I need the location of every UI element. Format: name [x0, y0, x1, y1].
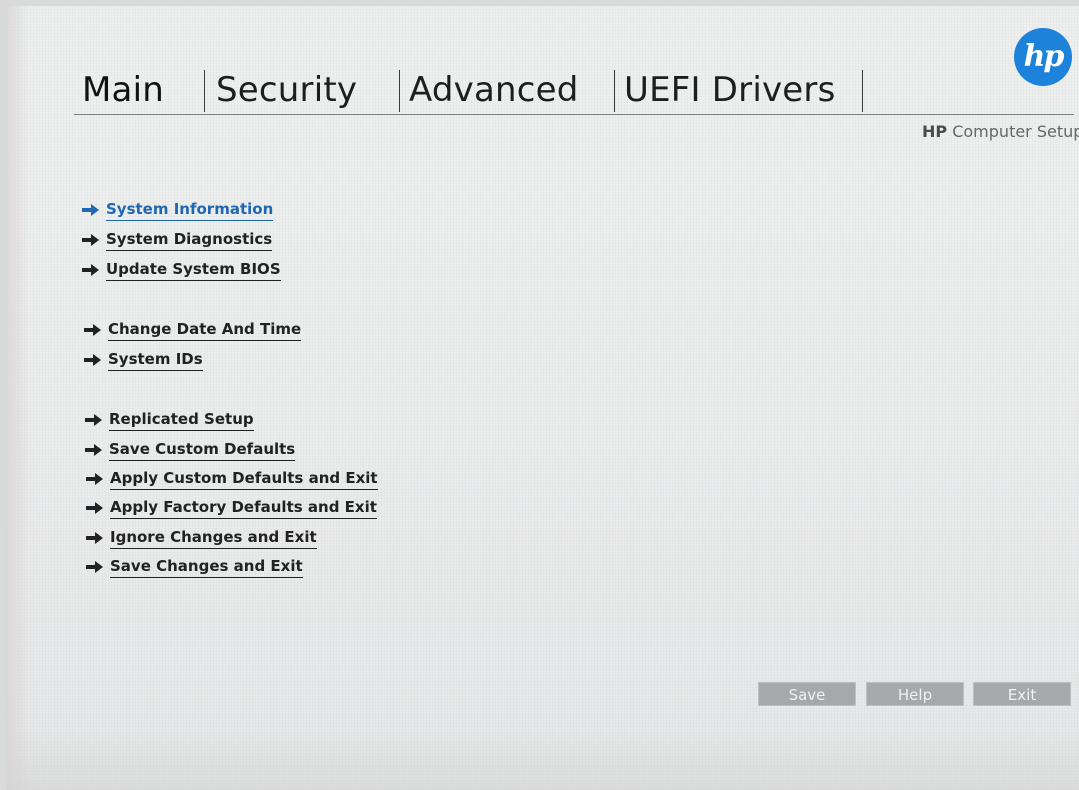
header-divider [74, 114, 1074, 115]
save-button[interactable]: Save [758, 682, 856, 706]
hp-logo-icon: hp [1014, 28, 1072, 86]
right-arrow-icon [84, 324, 101, 336]
menu-item-system-diagnostics[interactable]: System Diagnostics [82, 228, 273, 252]
tab-separator [614, 70, 615, 112]
tab-main[interactable]: Main [82, 66, 164, 114]
menu-item-label: Change Date And Time [108, 320, 302, 341]
top-tab-bar: Main Security Advanced UEFI Drivers [74, 66, 1074, 116]
right-arrow-icon [82, 204, 99, 216]
brand-name: HP [922, 122, 948, 141]
menu-item-label: Ignore Changes and Exit [110, 528, 317, 549]
computer-setup-title: HP Computer Setup [922, 122, 1079, 141]
menu-item-save-custom-defaults[interactable]: Save Custom Defaults [85, 438, 296, 462]
right-arrow-icon [86, 561, 103, 573]
menu-item-label: Save Custom Defaults [109, 440, 296, 461]
right-arrow-icon [85, 444, 102, 456]
tab-advanced[interactable]: Advanced [409, 66, 579, 114]
menu-item-label: Apply Custom Defaults and Exit [110, 469, 378, 490]
menu-item-label: Replicated Setup [109, 410, 254, 431]
menu-item-label: Apply Factory Defaults and Exit [110, 498, 377, 519]
right-arrow-icon [84, 354, 101, 366]
tab-uefi-drivers[interactable]: UEFI Drivers [624, 66, 836, 114]
bottom-shadow [6, 730, 1079, 790]
menu-item-change-date-and-time[interactable]: Change Date And Time [84, 318, 302, 342]
tab-separator [862, 70, 863, 112]
tab-security[interactable]: Security [216, 66, 357, 114]
right-arrow-icon [82, 234, 99, 246]
menu-item-system-information[interactable]: System Information [82, 198, 274, 222]
menu-item-label: System Information [106, 200, 274, 221]
menu-item-apply-factory-defaults-and-exit[interactable]: Apply Factory Defaults and Exit [86, 496, 377, 520]
right-arrow-icon [86, 532, 103, 544]
menu-item-replicated-setup[interactable]: Replicated Setup [85, 408, 254, 432]
menu-item-label: Update System BIOS [106, 260, 281, 281]
tab-separator [204, 70, 205, 112]
menu-item-label: Save Changes and Exit [110, 557, 303, 578]
help-button[interactable]: Help [866, 682, 964, 706]
menu-item-update-system-bios[interactable]: Update System BIOS [82, 258, 281, 282]
menu-item-system-ids[interactable]: System IDs [84, 348, 203, 372]
right-arrow-icon [86, 502, 103, 514]
menu-item-label: System Diagnostics [106, 230, 273, 251]
tab-separator [399, 70, 400, 112]
right-arrow-icon [82, 264, 99, 276]
menu-item-ignore-changes-and-exit[interactable]: Ignore Changes and Exit [86, 526, 317, 550]
menu-item-apply-custom-defaults-and-exit[interactable]: Apply Custom Defaults and Exit [86, 467, 378, 491]
menu-item-save-changes-and-exit[interactable]: Save Changes and Exit [86, 555, 303, 579]
bios-screen [6, 6, 1079, 790]
menu-item-label: System IDs [108, 350, 203, 371]
right-arrow-icon [85, 414, 102, 426]
right-arrow-icon [86, 473, 103, 485]
setup-title-text: Computer Setup [952, 122, 1079, 141]
exit-button[interactable]: Exit [973, 682, 1071, 706]
left-shadow [6, 6, 30, 790]
